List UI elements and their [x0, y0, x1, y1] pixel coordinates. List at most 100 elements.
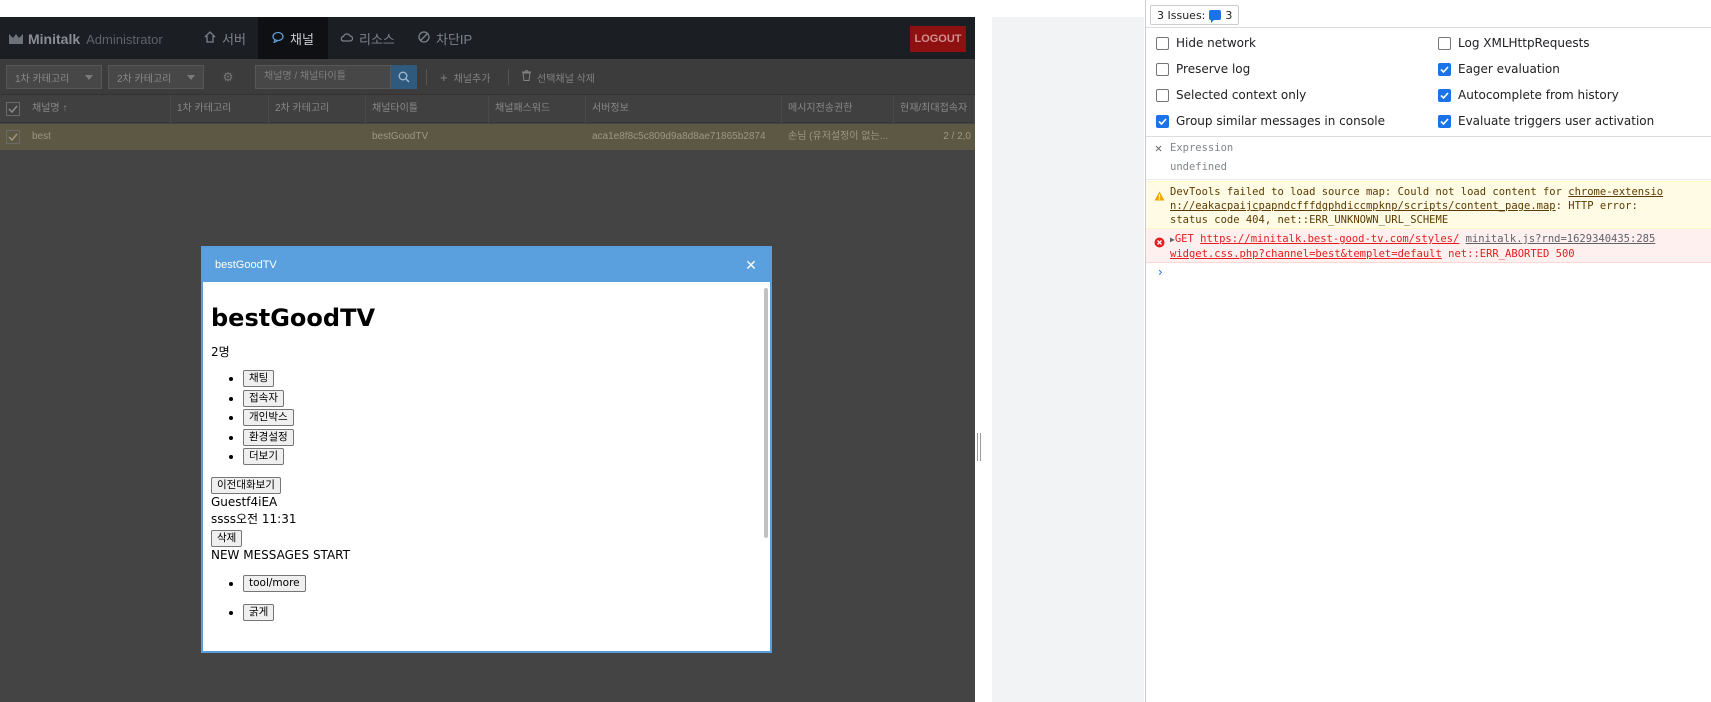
nav-tab-channel[interactable]: 채널 [258, 17, 328, 59]
remove-expression-icon[interactable]: ✕ [1155, 141, 1162, 155]
select-all-checkbox[interactable] [6, 102, 20, 116]
channel-preview-modal: bestGoodTV ✕ bestGoodTV 2명 채팅 접속자 개인박스 환… [201, 246, 772, 653]
option-label: Selected context only [1176, 88, 1307, 102]
col-channel-name[interactable]: 채널명 ↑ [26, 95, 171, 123]
message-time: 오전 11:31 [236, 511, 297, 526]
modal-scrollbar[interactable] [764, 288, 768, 538]
issues-count: 3 [1225, 8, 1233, 22]
modal-title: bestGoodTV [215, 259, 277, 271]
option-label: Evaluate triggers user activation [1458, 114, 1655, 128]
error-source-link[interactable]: minitalk.js?rnd=1629340435:285 [1466, 233, 1656, 245]
bold-button[interactable]: 굵게 [243, 604, 275, 621]
option-eager-evaluation[interactable]: Eager evaluation [1438, 60, 1560, 78]
logo[interactable]: Minitalk Administrator [8, 29, 163, 49]
row-checkbox[interactable] [6, 130, 20, 144]
resize-handle[interactable] [977, 433, 983, 461]
col-category2[interactable]: 2차 카테고리 [269, 95, 366, 123]
search-input[interactable]: 채널명 / 채널타이틀 [255, 65, 391, 89]
category2-select[interactable]: 2차 카테고리 [108, 65, 204, 89]
checkbox-checked[interactable] [1438, 62, 1451, 76]
checkbox-checked[interactable] [1438, 88, 1451, 102]
admin-app: Minitalk Administrator 서버 채널 리소스 차단IP LO… [0, 0, 975, 702]
history-button[interactable]: 이전대화보기 [211, 476, 281, 494]
issues-button[interactable]: 3 Issues: 3 [1150, 5, 1240, 25]
col-users[interactable]: 현재/최대접속자 [894, 95, 975, 123]
devtools-console: 3 Issues: 3 Hide network Preserve log Se… [1145, 0, 1711, 702]
chevron-down-icon [187, 75, 195, 80]
warning-prefix: DevTools failed to load source map: Coul… [1170, 186, 1569, 198]
delete-message-button[interactable]: 삭제 [211, 529, 243, 547]
option-selected-context-only[interactable]: Selected context only [1156, 86, 1306, 104]
option-label: Autocomplete from history [1458, 88, 1619, 102]
cell-server-info: aca1e8f8c5c809d9a8d8ae71865b2874 [592, 131, 766, 142]
error-url[interactable]: https://minitalk.best-good-tv.com/styles… [1200, 233, 1459, 245]
toolbar-divider [508, 69, 509, 85]
tab-more-button[interactable]: 더보기 [243, 448, 284, 465]
search-button[interactable] [391, 65, 417, 89]
minitalk-logo-icon [8, 32, 24, 46]
col-send-permission[interactable]: 메시지전송권한 [782, 95, 894, 123]
gear-icon[interactable]: ⚙ [218, 65, 238, 89]
expression-label[interactable]: Expression [1170, 142, 1233, 154]
chevron-down-icon [85, 75, 93, 80]
tab-settings-button[interactable]: 환경설정 [243, 428, 294, 446]
option-evaluate-user-activation[interactable]: Evaluate triggers user activation [1438, 112, 1654, 130]
tab-private-box-button[interactable]: 개인박스 [243, 409, 294, 426]
category1-select[interactable]: 1차 카테고리 [6, 65, 102, 89]
option-autocomplete-history[interactable]: Autocomplete from history [1438, 86, 1619, 104]
list-item: 환경설정 [243, 428, 762, 448]
option-preserve-log[interactable]: Preserve log [1156, 60, 1250, 78]
console-prompt[interactable]: › [1158, 265, 1178, 279]
top-navbar: Minitalk Administrator 서버 채널 리소스 차단IP LO… [0, 17, 975, 59]
message-user: Guestf4iEA [211, 494, 278, 509]
issues-label: 3 Issues: [1157, 8, 1206, 22]
tool-more-button[interactable]: tool/more [243, 574, 306, 592]
checkbox[interactable] [1156, 62, 1169, 76]
nav-tab-label: 리소스 [359, 31, 395, 47]
plus-icon: + [440, 69, 448, 85]
source-map-link-cont[interactable]: n://eakacpaijcpapndcfffdgphdiccmpknp/scr… [1170, 200, 1556, 212]
tab-chat-button[interactable]: 채팅 [243, 370, 275, 387]
col-category1[interactable]: 1차 카테고리 [171, 95, 269, 123]
nav-tab-label: 서버 [222, 31, 246, 47]
panel-gutter [992, 17, 1144, 702]
close-icon[interactable]: ✕ [744, 258, 758, 272]
source-map-link[interactable]: chrome-extensio [1568, 186, 1663, 198]
top-strip [0, 0, 975, 17]
error-url-cont[interactable]: widget.css.php?channel=best&templet=defa… [1170, 248, 1442, 260]
col-channel-password[interactable]: 채널패스워드 [489, 95, 586, 123]
nav-tab-server[interactable]: 서버 [190, 17, 260, 59]
add-channel-label: 채널추가 [453, 73, 491, 85]
list-item: 굵게 [243, 603, 762, 623]
error-icon [1154, 233, 1165, 252]
option-log-xhr[interactable]: Log XMLHttpRequests [1438, 34, 1590, 52]
error-method: GET [1174, 233, 1194, 245]
checkbox-checked[interactable] [1156, 114, 1169, 128]
checkbox[interactable] [1156, 88, 1169, 102]
modal-header: bestGoodTV ✕ [203, 248, 770, 282]
cell-category1 [171, 124, 269, 150]
home-icon [204, 30, 216, 46]
add-channel-button[interactable]: + 채널추가 [432, 65, 498, 89]
cell-channel-password [489, 124, 586, 150]
checkbox[interactable] [1156, 36, 1169, 50]
col-server-info[interactable]: 서버정보 [586, 95, 782, 123]
chat-bubble-icon [272, 31, 284, 46]
channel-toolbar: 1차 카테고리 2차 카테고리 ⚙ 채널명 / 채널타이틀 + 채널추가 선택채… [0, 59, 975, 95]
warning-suffix: : HTTP error: [1555, 200, 1638, 212]
option-hide-network[interactable]: Hide network [1156, 34, 1256, 52]
col-channel-title[interactable]: 채널타이틀 [366, 95, 489, 123]
chat-page-title: bestGoodTV [211, 304, 376, 332]
cell-send-permission: 손님 (유저설정이 없는... [788, 131, 889, 142]
option-group-similar[interactable]: Group similar messages in console [1156, 112, 1385, 130]
checkbox-checked[interactable] [1438, 114, 1451, 128]
message-line: ssss오전 11:31 [211, 511, 762, 528]
checkbox[interactable] [1438, 36, 1451, 50]
tab-users-button[interactable]: 접속자 [243, 389, 284, 407]
logout-button[interactable]: LOGOUT [910, 26, 966, 52]
nav-tab-resource[interactable]: 리소스 [326, 17, 409, 59]
delete-selected-button[interactable]: 선택채널 삭제 [514, 65, 603, 89]
table-row[interactable]: best bestGoodTV aca1e8f8c5c809d9a8d8ae71… [0, 124, 975, 150]
nav-tab-label: 차단IP [436, 31, 473, 47]
nav-tab-blocked-ip[interactable]: 차단IP [404, 17, 486, 59]
